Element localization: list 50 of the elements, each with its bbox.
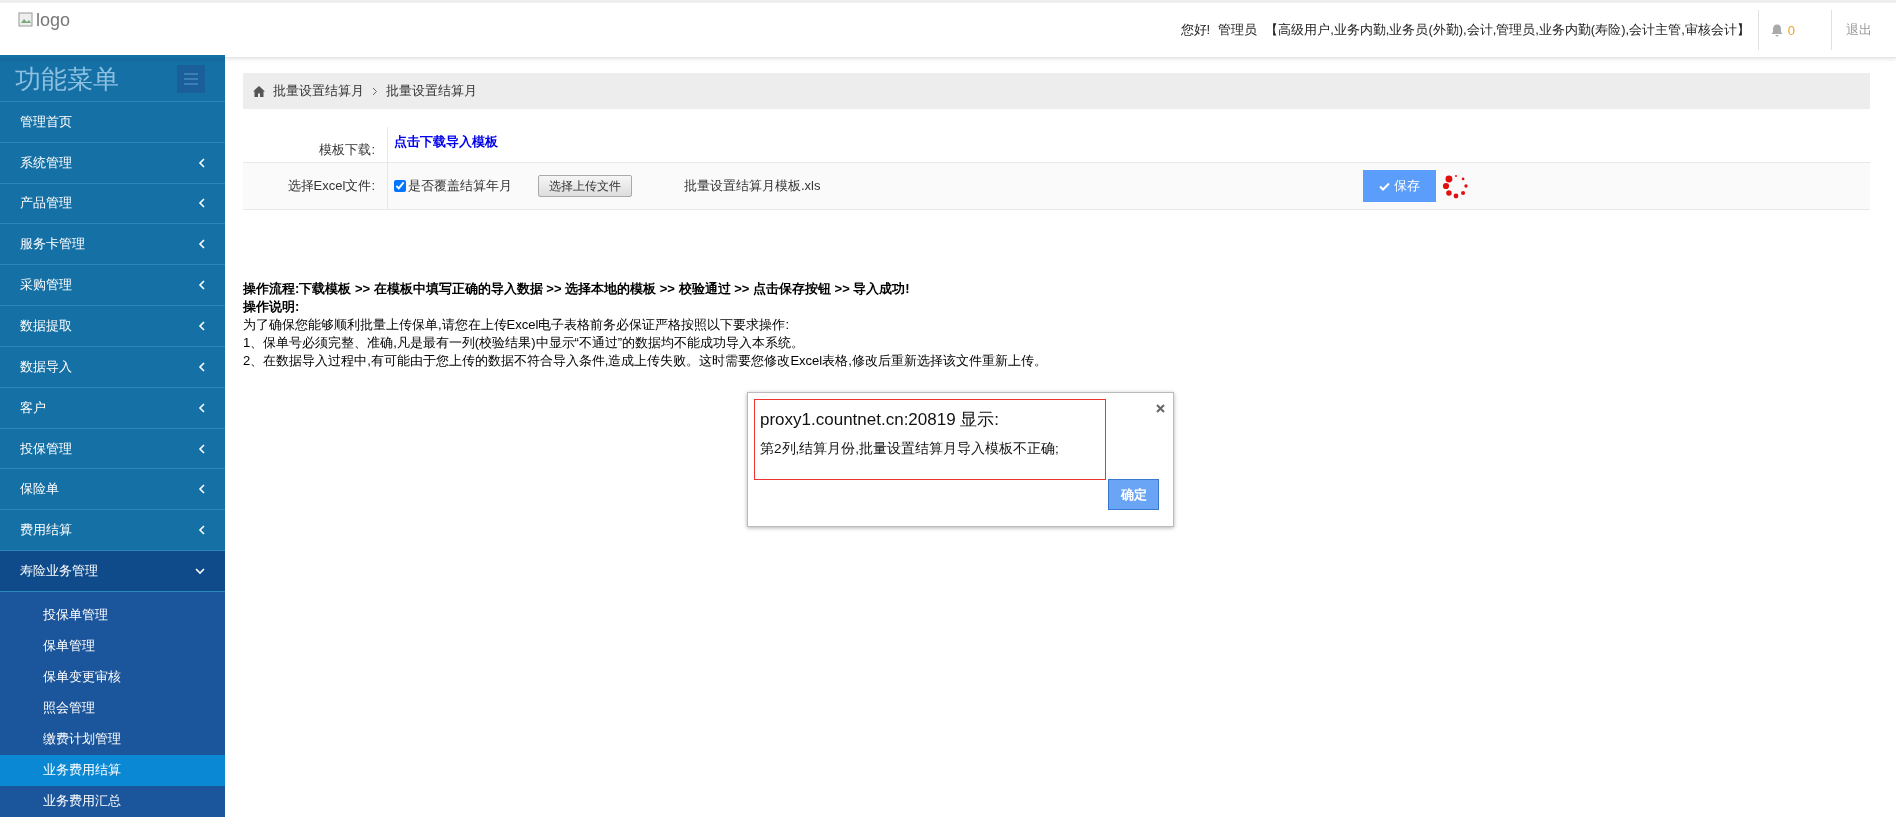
checkbox-label: 是否覆盖结算年月 bbox=[408, 177, 512, 195]
menu-icon bbox=[184, 73, 198, 86]
dialog-message: 第2列,结算月份,批量设置结算月导入模板不正确; bbox=[760, 440, 1060, 458]
bell-icon[interactable] bbox=[1770, 23, 1783, 37]
download-template-link[interactable]: 点击下载导入模板 bbox=[394, 133, 498, 151]
file-name: 批量设置结算月模板.xls bbox=[684, 177, 821, 195]
chevron-left-icon bbox=[198, 525, 205, 536]
sidebar-subitem[interactable]: 保单变更审核 bbox=[0, 661, 225, 693]
overwrite-checkbox[interactable] bbox=[394, 180, 406, 192]
instruction-line: 为了确保您能够顺利批量上传保单,请您在上传Excel电子表格前务必保证严格按照以下要求操作: bbox=[243, 316, 790, 334]
home-icon bbox=[253, 85, 265, 97]
field-label: 模板下载: bbox=[319, 141, 375, 159]
menu-title: 功能菜单 bbox=[15, 62, 119, 96]
chevron-left-icon bbox=[198, 239, 205, 250]
sidebar-subitem[interactable]: 缴费计划管理 bbox=[0, 723, 225, 755]
user-roles: 【高级用户,业务内勤,业务员(外勤),会计,管理员,业务内勤(寿险),会计主管,审核会计】 bbox=[1265, 21, 1750, 39]
chevron-right-icon bbox=[372, 86, 378, 96]
save-button[interactable]: 保存 bbox=[1363, 170, 1436, 202]
breadcrumb-item: 批量设置结算月 bbox=[386, 82, 477, 100]
upload-file-button[interactable]: 选择上传文件 bbox=[538, 175, 632, 197]
breadcrumb-item[interactable]: 批量设置结算月 bbox=[273, 82, 364, 100]
logout-link[interactable]: 退出 bbox=[1832, 21, 1896, 39]
menu-toggle-button[interactable] bbox=[177, 65, 205, 94]
dialog-title: proxy1.countnet.cn:20819 显示: bbox=[760, 409, 1001, 431]
chevron-left-icon bbox=[198, 484, 205, 495]
chevron-left-icon bbox=[198, 361, 205, 372]
instruction-line: 1、保单号必须完整、准确,凡是最有一列(校验结果)中显示“不通过”的数据均不能成功导入本系统。 bbox=[243, 334, 806, 352]
sidebar-subitem[interactable]: 投保单管理 bbox=[0, 599, 225, 631]
chevron-left-icon bbox=[198, 157, 205, 168]
instruction-line: 2、在数据导入过程中,有可能由于您上传的数据不符合导入条件,造成上传失败。这时需要您修改Excel表格,修改后重新选择该文件重新上传。 bbox=[243, 352, 1048, 370]
loading-spinner-icon bbox=[1442, 172, 1470, 200]
broken-image-logo: logo bbox=[18, 9, 71, 31]
check-icon bbox=[1379, 181, 1390, 191]
sidebar-subitem[interactable]: 保单管理 bbox=[0, 630, 225, 662]
field-label: 选择Excel文件: bbox=[287, 177, 375, 195]
sidebar-subitem[interactable]: 照会管理 bbox=[0, 692, 225, 724]
chevron-left-icon bbox=[198, 443, 205, 454]
chevron-left-icon bbox=[198, 280, 205, 291]
notification-count: 0 bbox=[1787, 22, 1795, 38]
chevron-left-icon bbox=[198, 402, 205, 413]
greeting: 您好! bbox=[1180, 21, 1211, 39]
user-name: 管理员 bbox=[1218, 21, 1258, 39]
process-flow: 操作流程:下载模板 >> 在模板中填写正确的导入数据 >> 选择本地的模板 >> 校验通过 >> 点击保存按钮 >> 导入成功! bbox=[243, 280, 911, 298]
sidebar-subitem[interactable]: 业务费用结算 bbox=[0, 754, 225, 786]
sidebar-subitem[interactable]: 业务费用汇总 bbox=[0, 785, 225, 817]
instructions-heading: 操作说明: bbox=[243, 298, 301, 316]
chevron-left-icon bbox=[198, 320, 205, 331]
chevron-left-icon bbox=[198, 198, 205, 209]
chevron-down-icon bbox=[195, 567, 205, 575]
sidebar-item[interactable]: 寿险业务管理 bbox=[0, 551, 225, 592]
